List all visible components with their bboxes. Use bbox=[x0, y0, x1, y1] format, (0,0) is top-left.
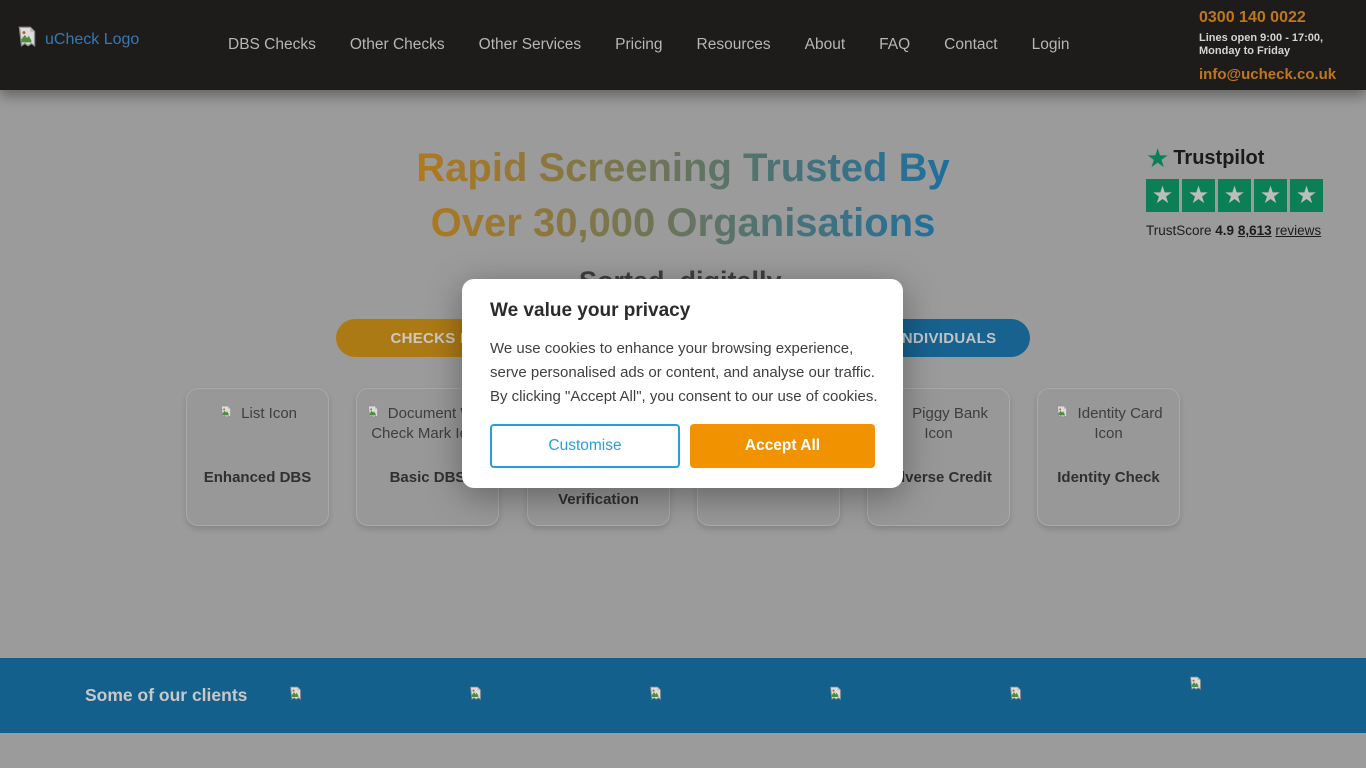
client-logo-broken-image bbox=[1187, 675, 1204, 697]
trustpilot-logo-star-icon: ★ bbox=[1146, 146, 1169, 170]
card-broken-image-alt: Identity Card Icon bbox=[1045, 404, 1172, 444]
cookie-modal-title: We value your privacy bbox=[490, 300, 690, 322]
nav-item[interactable]: Login bbox=[1032, 36, 1070, 54]
page: uCheck Logo DBS Checks Other Checks Other … bbox=[0, 0, 1366, 768]
client-logo-broken-image bbox=[1007, 685, 1024, 707]
header: uCheck Logo DBS Checks Other Checks Other … bbox=[0, 0, 1366, 90]
opening-hours: Lines open 9:00 - 17:00, Monday to Frida… bbox=[1199, 32, 1336, 58]
cookie-modal-body: We use cookies to enhance your browsing … bbox=[490, 337, 882, 409]
trustpilot-star-icon: ★ bbox=[1146, 179, 1179, 212]
card-label: Identity Check bbox=[1041, 467, 1176, 489]
hero-heading-line2: Over 30,000 Organisations bbox=[416, 196, 949, 251]
trustpilot-star-icon: ★ bbox=[1218, 179, 1251, 212]
trustpilot-logo-text: Trustpilot bbox=[1173, 147, 1264, 170]
nav-item[interactable]: Other Services bbox=[479, 36, 582, 54]
logo-alt-text: uCheck Logo bbox=[45, 31, 139, 49]
nav-item[interactable]: Pricing bbox=[615, 36, 662, 54]
broken-image-icon bbox=[827, 685, 844, 702]
trustpilot-widget[interactable]: ★ Trustpilot ★★★★★ TrustScore 4.9 8,613 … bbox=[1146, 146, 1331, 238]
broken-image-icon bbox=[1054, 404, 1070, 420]
clients-title: Some of our clients bbox=[85, 658, 247, 733]
broken-image-icon bbox=[287, 685, 304, 702]
trustpilot-star-icon: ★ bbox=[1182, 179, 1215, 212]
nav-item[interactable]: Other Checks bbox=[350, 36, 445, 54]
broken-image-icon bbox=[365, 404, 381, 420]
clients-bar: Some of our clients bbox=[0, 658, 1366, 733]
broken-image-icon bbox=[467, 685, 484, 702]
logo-link[interactable]: uCheck Logo bbox=[14, 24, 139, 55]
client-logo-broken-image bbox=[647, 685, 664, 707]
hero-heading: Rapid Screening Trusted By Over 30,000 O… bbox=[416, 141, 949, 251]
header-contact: 0300 140 0022 Lines open 9:00 - 17:00, M… bbox=[1199, 9, 1336, 83]
trustpilot-star-icon: ★ bbox=[1254, 179, 1287, 212]
client-logo-broken-image bbox=[467, 685, 484, 707]
accept-all-button[interactable]: Accept All bbox=[690, 424, 875, 468]
service-card[interactable]: List Icon Enhanced DBS bbox=[186, 388, 329, 526]
trustpilot-logo: ★ Trustpilot bbox=[1146, 146, 1331, 170]
card-broken-image-alt: List Icon bbox=[194, 404, 321, 424]
hero-heading-line1: Rapid Screening Trusted By bbox=[416, 141, 949, 196]
logo-broken-image bbox=[14, 24, 40, 55]
reviews-label-link: reviews bbox=[1275, 223, 1321, 238]
broken-image-icon bbox=[218, 404, 234, 420]
cookie-consent-modal: We value your privacy We use cookies to … bbox=[462, 279, 903, 488]
nav-item[interactable]: About bbox=[805, 36, 846, 54]
main-nav: DBS Checks Other Checks Other Services Pric… bbox=[228, 0, 1070, 90]
card-label: Enhanced DBS bbox=[190, 467, 325, 489]
client-logo-broken-image bbox=[287, 685, 304, 707]
trustpilot-score-line[interactable]: TrustScore 4.9 8,613 reviews bbox=[1146, 223, 1331, 238]
service-card[interactable]: Identity Card Icon Identity Check bbox=[1037, 388, 1180, 526]
broken-image-icon bbox=[1187, 675, 1204, 692]
nav-item[interactable]: Resources bbox=[697, 36, 771, 54]
nav-item[interactable]: Contact bbox=[944, 36, 997, 54]
nav-item[interactable]: DBS Checks bbox=[228, 36, 316, 54]
email-link[interactable]: info@ucheck.co.uk bbox=[1199, 66, 1336, 83]
broken-image-icon bbox=[1007, 685, 1024, 702]
phone-link[interactable]: 0300 140 0022 bbox=[1199, 9, 1336, 27]
broken-image-icon bbox=[14, 24, 40, 50]
client-logo-broken-image bbox=[827, 685, 844, 707]
trustpilot-star-icon: ★ bbox=[1290, 179, 1323, 212]
nav-item[interactable]: FAQ bbox=[879, 36, 910, 54]
customise-button[interactable]: Customise bbox=[490, 424, 680, 468]
reviews-count-link: 8,613 bbox=[1238, 223, 1272, 238]
trustpilot-rating-stars: ★★★★★ bbox=[1146, 179, 1331, 212]
broken-image-icon bbox=[647, 685, 664, 702]
